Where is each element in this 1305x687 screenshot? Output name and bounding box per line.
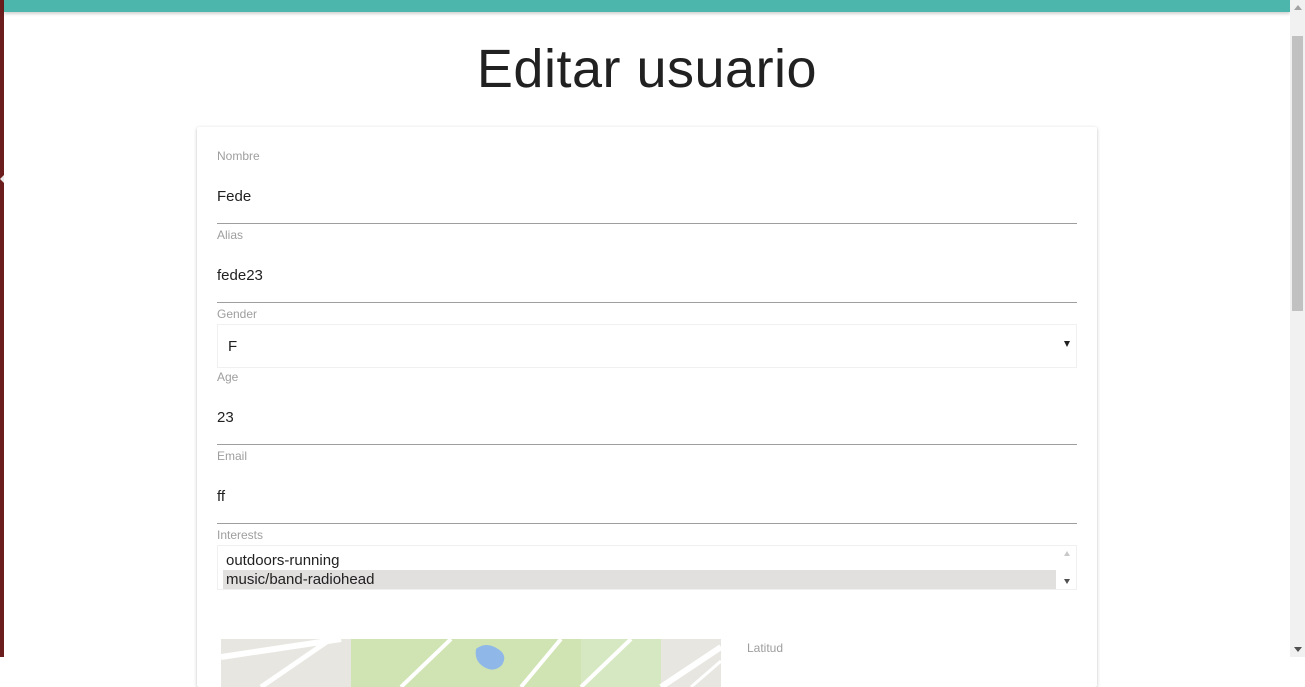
nombre-label: Nombre (217, 149, 260, 163)
location-map[interactable] (221, 639, 721, 687)
interests-multiselect[interactable]: outdoors-running music/band-radiohead (217, 545, 1077, 590)
scroll-thumb[interactable] (1292, 36, 1303, 311)
alias-input[interactable] (217, 254, 1077, 303)
interests-field: Interests outdoors-running music/band-ra… (217, 528, 1077, 590)
gender-field: Gender F (217, 307, 1077, 368)
scroll-down-arrow-icon[interactable] (1294, 647, 1302, 652)
scroll-up-arrow-icon[interactable] (1294, 5, 1302, 10)
alias-field: Alias (217, 228, 1077, 303)
age-label: Age (217, 370, 239, 384)
email-label: Email (217, 449, 248, 463)
map-tiles (221, 639, 721, 687)
page-scrollbar[interactable] (1290, 0, 1305, 657)
collapse-arrow-icon[interactable] (0, 175, 4, 183)
email-input[interactable] (217, 475, 1077, 524)
interest-option-selected[interactable]: music/band-radiohead (223, 570, 1056, 589)
interest-option[interactable]: outdoors-running (223, 551, 1056, 570)
age-field: Age (217, 370, 1077, 445)
gender-selected-value: F (228, 338, 238, 355)
gender-label: Gender (217, 307, 258, 321)
gender-select[interactable]: F (217, 324, 1077, 368)
scroll-down-arrow-icon[interactable] (1064, 579, 1070, 584)
interests-label: Interests (217, 528, 264, 542)
alias-label: Alias (217, 228, 244, 242)
age-input[interactable] (217, 396, 1077, 445)
nombre-field: Nombre (217, 149, 1077, 224)
edit-user-form-card: Nombre Alias Gender F Age Email Interest… (197, 127, 1097, 687)
email-field: Email (217, 449, 1077, 524)
top-navbar (4, 0, 1290, 12)
nombre-input[interactable] (217, 175, 1077, 224)
page-title: Editar usuario (476, 39, 818, 99)
scroll-up-arrow-icon[interactable] (1064, 551, 1070, 556)
interests-scrollbar[interactable] (1059, 546, 1076, 589)
latitud-label: Latitud (747, 641, 784, 655)
dropdown-caret-icon (1064, 341, 1070, 347)
